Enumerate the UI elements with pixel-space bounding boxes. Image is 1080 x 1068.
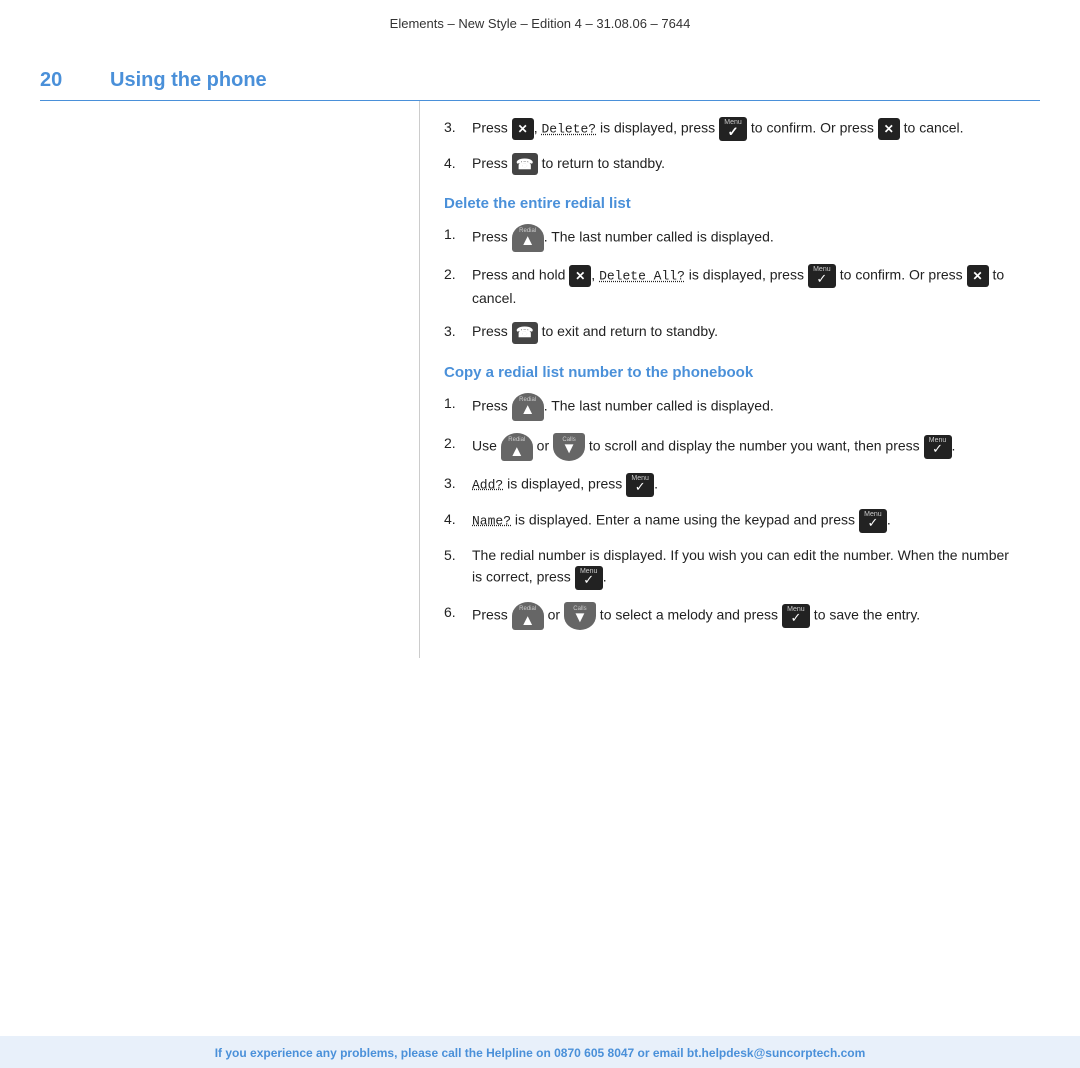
section-title-copy-redial: Copy a redial list number to the phonebo… — [444, 364, 1016, 381]
redial-button-icon-4: Redial ▲ — [512, 602, 544, 630]
list-item: 4. Name? is displayed. Enter a name usin… — [444, 509, 1016, 533]
steps-delete-entire: 1. Press Redial ▲ . The last number call… — [444, 224, 1016, 343]
list-item: 3. Press ✕, Delete? is displayed, press … — [444, 117, 1016, 141]
name-text: Name? — [472, 513, 511, 528]
check-button-icon-7: Menu ✓ — [782, 604, 810, 628]
x-button-icon: ✕ — [512, 118, 534, 140]
page-header: Elements – New Style – Edition 4 – 31.08… — [0, 0, 1080, 39]
header-text: Elements – New Style – Edition 4 – 31.08… — [390, 16, 691, 31]
steps-copy-redial: 1. Press Redial ▲ . The last number call… — [444, 393, 1016, 630]
calls-button-icon-2: Calls ▼ — [564, 602, 596, 630]
list-item: 5. The redial number is displayed. If yo… — [444, 545, 1016, 590]
x-button-icon-3: ✕ — [569, 265, 591, 287]
footer-bar: If you experience any problems, please c… — [0, 1036, 1080, 1068]
list-item: 2. Press and hold ✕, Delete All? is disp… — [444, 264, 1016, 309]
phone-button-icon: ☎ — [512, 153, 538, 175]
left-column — [40, 101, 420, 658]
delete-text: Delete? — [541, 122, 596, 137]
check-button-icon-3: Menu ✓ — [924, 435, 952, 459]
list-item: 3. Add? is displayed, press Menu ✓ . — [444, 473, 1016, 497]
list-item: 1. Press Redial ▲ . The last number call… — [444, 224, 1016, 252]
check-button-icon: Menu ✓ — [719, 117, 747, 141]
x-button-icon-2: ✕ — [878, 118, 900, 140]
footer-text: If you experience any problems, please c… — [215, 1046, 866, 1060]
page-title-row: 20 Using the phone — [0, 39, 1080, 92]
redial-button-icon: Redial ▲ — [512, 224, 544, 252]
section-title-delete-entire: Delete the entire redial list — [444, 195, 1016, 212]
redial-button-icon-2: Redial ▲ — [512, 393, 544, 421]
page-title: Using the phone — [110, 69, 267, 92]
x-button-icon-4: ✕ — [967, 265, 989, 287]
page-number: 20 — [40, 69, 80, 92]
content-area: 3. Press ✕, Delete? is displayed, press … — [0, 101, 1080, 658]
list-item: 6. Press Redial ▲ or Calls ▼ to select a… — [444, 602, 1016, 630]
check-button-icon-2: Menu ✓ — [808, 264, 836, 288]
calls-button-icon: Calls ▼ — [553, 433, 585, 461]
check-button-icon-4: Menu ✓ — [626, 473, 654, 497]
delete-all-text: Delete All? — [599, 269, 685, 284]
list-item: 3. Press ☎ to exit and return to standby… — [444, 321, 1016, 343]
list-item: 2. Use Redial ▲ or Calls ▼ to scroll and… — [444, 433, 1016, 461]
list-item: 4. Press ☎ to return to standby. — [444, 153, 1016, 175]
add-text: Add? — [472, 477, 503, 492]
check-button-icon-5: Menu ✓ — [859, 509, 887, 533]
list-item: 1. Press Redial ▲ . The last number call… — [444, 393, 1016, 421]
redial-button-icon-3: Redial ▲ — [501, 433, 533, 461]
phone-button-icon-2: ☎ — [512, 322, 538, 344]
check-button-icon-6: Menu ✓ — [575, 566, 603, 590]
right-column: 3. Press ✕, Delete? is displayed, press … — [420, 101, 1040, 658]
steps-continuation: 3. Press ✕, Delete? is displayed, press … — [444, 117, 1016, 175]
